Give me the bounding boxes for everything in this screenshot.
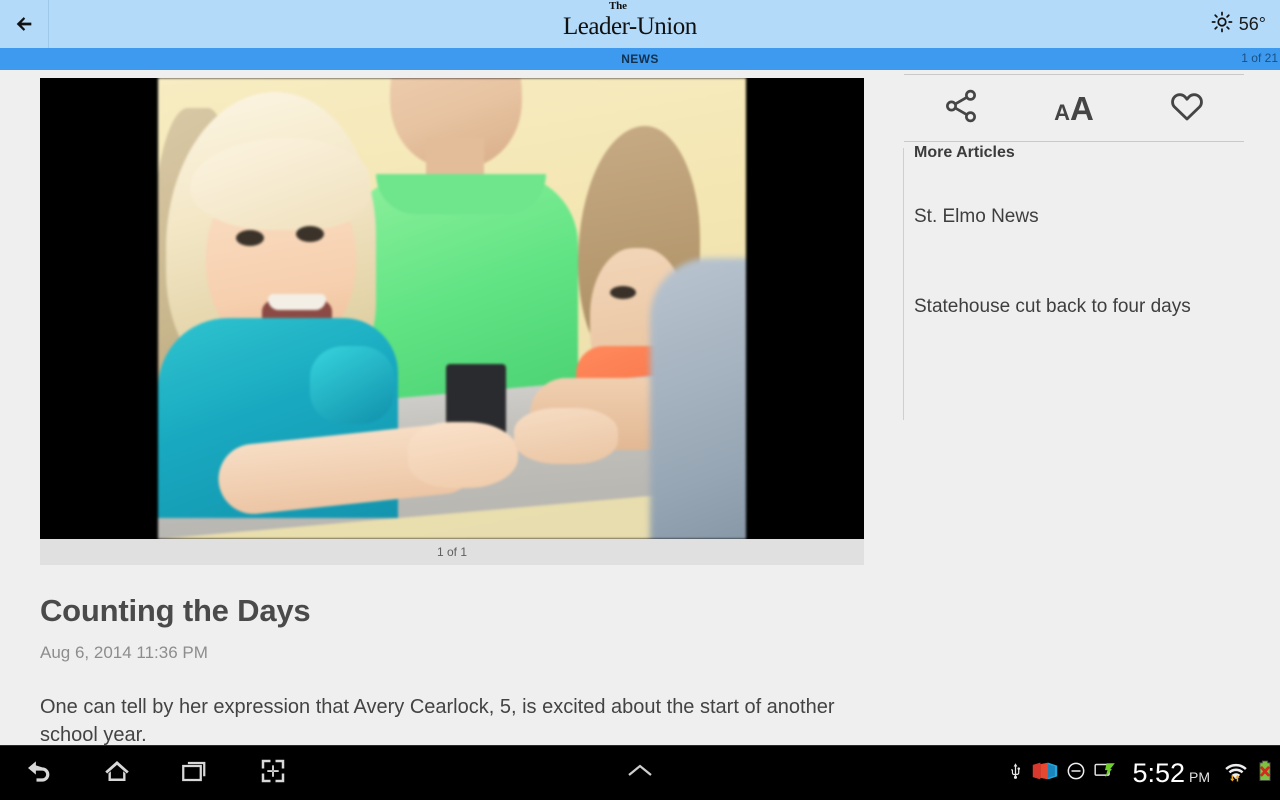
back-icon [24, 756, 54, 791]
recent-apps-icon [180, 756, 210, 791]
app-bar: The Leader-Union 56° [0, 0, 1280, 48]
article-column: 1 of 1 Counting the Days Aug 6, 2014 11:… [0, 70, 896, 746]
more-article-item-1[interactable]: St. Elmo News [914, 206, 1280, 228]
home-icon [102, 756, 132, 791]
sun-icon [1211, 11, 1233, 38]
sidebar: AA More Articles St. Elmo News Statehous… [896, 70, 1280, 745]
more-articles-title: More Articles [914, 144, 1015, 161]
nav-screenshot-button[interactable] [234, 746, 312, 800]
battery-error-icon [1256, 760, 1274, 787]
logo-name: Leader-Union [563, 12, 697, 40]
nav-home-button[interactable] [78, 746, 156, 800]
text-size-icon: AA [1054, 92, 1094, 125]
screen-cast-icon [1094, 762, 1116, 785]
more-article-item-2[interactable]: Statehouse cut back to four days [914, 296, 1280, 318]
do-not-disturb-icon [1066, 761, 1086, 786]
nav-expand-button[interactable] [623, 746, 657, 800]
app-root: The Leader-Union 56° NEWS 1 of 21 1 of 1… [0, 0, 1280, 800]
text-size-big-a: A [1070, 89, 1094, 127]
wifi-icon [1224, 760, 1248, 787]
status-clock: 5:52 PM [1132, 758, 1210, 789]
status-bar[interactable]: 5:52 PM [1007, 746, 1274, 800]
section-bar: NEWS 1 of 21 [0, 48, 1280, 70]
content-area: 1 of 1 Counting the Days Aug 6, 2014 11:… [0, 70, 1280, 746]
back-button[interactable] [0, 0, 48, 48]
weather-widget[interactable]: 56° [1211, 11, 1280, 38]
nav-buttons [0, 746, 312, 800]
action-toolbar: AA [904, 74, 1244, 142]
temperature-label: 56° [1238, 13, 1266, 34]
article-date: Aug 6, 2014 11:36 PM [40, 643, 208, 662]
photo-counter: 1 of 1 [40, 539, 864, 565]
screenshot-icon [258, 756, 288, 791]
chevron-up-icon [623, 759, 657, 788]
article-photo [158, 78, 746, 539]
system-nav-bar: 5:52 PM [0, 745, 1280, 800]
clock-ampm: PM [1189, 769, 1210, 785]
article-body: One can tell by her expression that Aver… [40, 696, 835, 747]
more-articles-section: More Articles St. Elmo News Statehouse c… [896, 144, 1280, 420]
more-articles-rail [903, 148, 904, 420]
nav-recent-apps-button[interactable] [156, 746, 234, 800]
section-label[interactable]: NEWS [621, 52, 659, 66]
nav-back-button[interactable] [0, 746, 78, 800]
article-title: Counting the Days [40, 593, 311, 628]
photo-counter-label: 1 of 1 [436, 545, 468, 559]
media-icon [1032, 762, 1058, 785]
clock-time: 5:52 [1132, 758, 1185, 788]
logo-the: The [609, 0, 627, 12]
article-counter: 1 of 21 [1241, 51, 1278, 65]
usb-icon [1007, 761, 1024, 786]
share-icon [942, 87, 980, 130]
heart-icon [1168, 87, 1206, 130]
favorite-button[interactable] [1147, 78, 1227, 138]
arrow-left-icon [13, 13, 35, 35]
text-size-small-a: A [1054, 99, 1070, 125]
masthead-logo[interactable]: The Leader-Union [49, 0, 1211, 48]
text-size-button[interactable]: AA [1034, 78, 1114, 138]
share-button[interactable] [921, 78, 1001, 138]
article-photo-frame[interactable] [40, 78, 864, 539]
